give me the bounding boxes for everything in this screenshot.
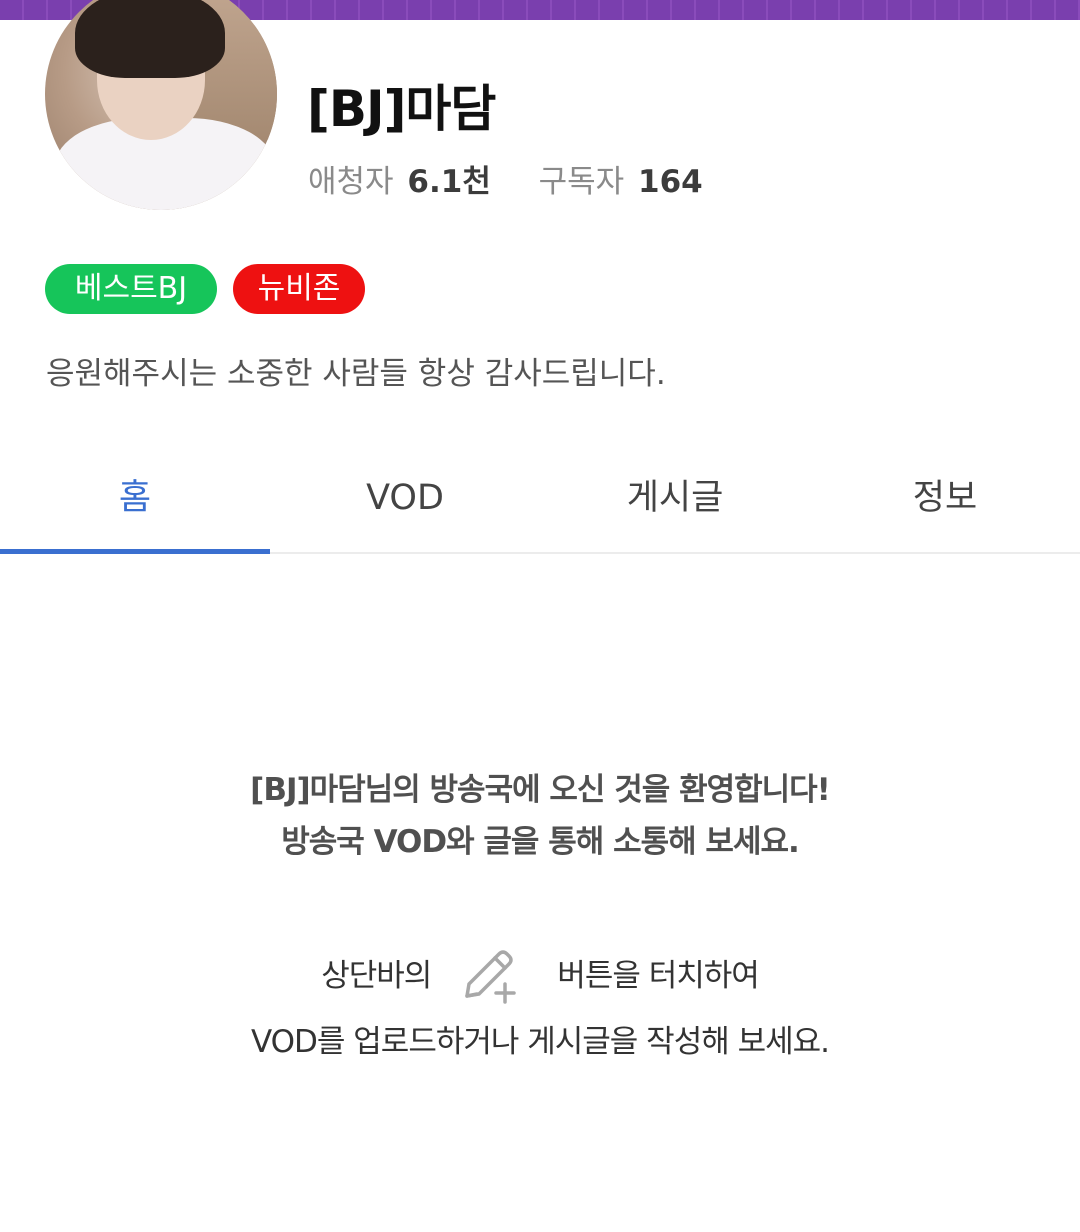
pencil-plus-icon <box>455 944 519 1008</box>
subscribers-count: 164 <box>638 164 703 200</box>
newbie-zone-badge: 뉴비존 <box>233 264 365 314</box>
hint-line-1: 상단바의 버튼을 터치하여 <box>0 944 1080 1008</box>
badge-list: 베스트BJ 뉴비존 <box>45 264 365 314</box>
profile-stats: 애청자 6.1천 구독자 164 <box>308 160 703 204</box>
profile-name: [BJ]마담 <box>307 80 496 138</box>
hint-before-icon: 상단바의 <box>321 958 432 994</box>
avatar-hair <box>75 0 225 78</box>
welcome-line-2: 방송국 VOD와 글을 통해 소통해 보세요. <box>281 824 800 860</box>
tab-bar: 홈 VOD 게시글 정보 <box>0 456 1080 554</box>
subscribers-label: 구독자 <box>538 164 625 200</box>
viewers-label: 애청자 <box>308 164 394 200</box>
welcome-message: [BJ]마담님의 방송국에 오신 것을 환영합니다! 방송국 VOD와 글을 통… <box>0 764 1080 868</box>
profile-bio: 응원해주시는 소중한 사람들 항상 감사드립니다. <box>46 356 666 392</box>
best-bj-badge: 베스트BJ <box>45 264 217 314</box>
hint-after-icon: 버튼을 터치하여 <box>557 958 759 994</box>
tab-vod[interactable]: VOD <box>270 456 540 552</box>
avatar[interactable] <box>45 0 277 210</box>
viewers-count: 6.1천 <box>407 164 491 200</box>
tab-info[interactable]: 정보 <box>810 456 1080 552</box>
hint-line-2: VOD를 업로드하거나 게시글을 작성해 보세요. <box>250 1024 830 1060</box>
tab-home[interactable]: 홈 <box>0 456 270 554</box>
tab-posts[interactable]: 게시글 <box>540 456 810 552</box>
welcome-line-1: [BJ]마담님의 방송국에 오신 것을 환영합니다! <box>250 772 831 808</box>
